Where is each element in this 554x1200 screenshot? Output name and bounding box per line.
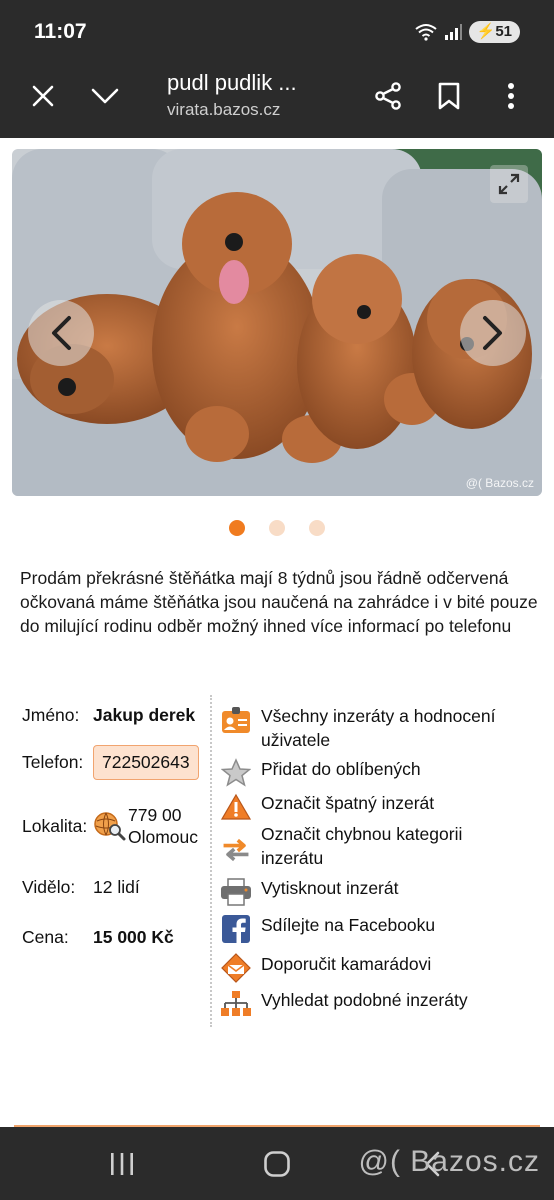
home-icon	[264, 1151, 290, 1177]
next-image-button[interactable]	[460, 300, 526, 366]
action-similar-listings-label: Vyhledat podobné inzeráty	[261, 990, 468, 1010]
views-label: Viděl​o:	[22, 877, 76, 897]
name-row: Jméno: Jakup derek	[22, 705, 222, 726]
action-report-category[interactable]: Označit chybnou kategorii inzerátu	[220, 822, 511, 870]
battery-indicator: ⚡51	[468, 21, 520, 43]
views-row: Viděl​o: 12 lidí	[22, 877, 222, 898]
photo-gallery[interactable]: @( Bazos.cz	[12, 149, 542, 496]
location-label: Lokalita:	[22, 815, 88, 836]
action-report-listing[interactable]: Označit špatný inzerát	[220, 791, 434, 823]
action-all-listings[interactable]: Všechny inzeráty a hodnocení uživatele	[220, 704, 511, 752]
action-share-facebook-label: Sdílejte na Facebooku	[261, 915, 436, 935]
action-similar-listings[interactable]: Vyhledat podobné inzeráty	[220, 988, 468, 1020]
url-host[interactable]: virata.bazos.cz	[167, 100, 280, 120]
collapse-button[interactable]	[83, 74, 127, 118]
carousel-dot-2[interactable]	[269, 520, 285, 536]
swap-arrows-icon	[220, 834, 252, 866]
location-zip: 779 00	[128, 805, 182, 825]
footer-watermark: @( Bazos.cz	[358, 1145, 540, 1178]
system-icons: ⚡51	[415, 21, 520, 43]
battery-level: 51	[495, 23, 512, 40]
status-time: 11:07	[34, 20, 87, 43]
action-all-listings-label: Všechny inzeráty a hodnocení uživatele	[261, 706, 496, 750]
chevron-down-icon	[91, 88, 119, 104]
name-value: Jakup derek	[93, 705, 196, 725]
action-recommend-friend[interactable]: Doporučit kamarádovi	[220, 952, 431, 984]
fullscreen-button[interactable]	[490, 165, 528, 203]
page-title[interactable]: pudl pudlik ...	[167, 70, 297, 96]
envelope-icon	[220, 952, 252, 984]
action-add-favorite-label: Přidat do oblíbených	[261, 759, 421, 779]
bookmark-button[interactable]	[427, 74, 471, 118]
bookmark-icon	[438, 82, 460, 110]
price-label: Cena:	[22, 927, 69, 947]
previous-image-button[interactable]	[28, 300, 94, 366]
wifi-icon	[415, 24, 437, 41]
phone-label: Telefon:	[22, 752, 84, 772]
phone-number[interactable]: 722502643	[93, 745, 199, 780]
more-vertical-icon	[508, 83, 514, 109]
chevron-left-icon	[52, 316, 71, 350]
facebook-icon	[220, 913, 252, 945]
recent-apps-button[interactable]	[102, 1149, 142, 1179]
status-bar: 11:07 ⚡51	[0, 0, 554, 62]
close-tab-button[interactable]	[21, 74, 65, 118]
expand-icon	[498, 173, 520, 195]
top-bar: 11:07 ⚡51 pudl pudlik ... virata.bazos.c…	[0, 0, 554, 138]
location-city: Olomouc	[128, 827, 199, 847]
action-share-facebook[interactable]: Sdílejte na Facebooku	[220, 913, 435, 945]
map-search-icon[interactable]	[93, 811, 127, 841]
recent-apps-icon	[111, 1153, 133, 1175]
chevron-right-icon	[483, 316, 502, 350]
carousel-dot-3[interactable]	[309, 520, 325, 536]
location-value: 779 00 Olomouc	[128, 804, 198, 848]
sitemap-icon	[220, 988, 252, 1020]
share-icon	[375, 82, 401, 110]
share-button[interactable]	[366, 74, 410, 118]
home-button[interactable]	[257, 1149, 297, 1179]
carousel-dot-1[interactable]	[229, 520, 245, 536]
phone-row: Telefon: 722502643	[22, 745, 222, 780]
more-options-button[interactable]	[489, 74, 533, 118]
star-icon	[220, 757, 252, 789]
action-print-label: Vytisknout inzerát	[261, 878, 399, 898]
column-divider	[210, 695, 212, 1027]
price-row: Cena: 15 000 Kč	[22, 927, 222, 948]
action-report-listing-label: Označit špatný inzerát	[261, 793, 435, 813]
signal-icon	[444, 24, 462, 40]
action-recommend-friend-label: Doporučit kamarádovi	[261, 954, 432, 974]
close-icon	[32, 85, 54, 107]
location-row: Lokalita: 779 00 Olomouc	[22, 804, 222, 848]
browser-app-bar: pudl pudlik ... virata.bazos.cz	[0, 62, 554, 138]
warning-icon	[220, 791, 252, 823]
name-label: Jméno:	[22, 705, 80, 725]
action-add-favorite[interactable]: Přidat do oblíbených	[220, 757, 421, 789]
action-report-category-label: Označit chybnou kategorii inzerátu	[261, 824, 463, 868]
views-value: 12 lidí	[93, 877, 140, 897]
price-value: 15 000 Kč	[93, 927, 174, 947]
system-nav-bar: @( Bazos.cz	[0, 1127, 554, 1200]
printer-icon	[220, 876, 252, 908]
carousel-indicators	[0, 520, 554, 536]
listing-description: Prodám překrásné štěňátka mají 8 týdnů j…	[20, 568, 538, 636]
action-print[interactable]: Vytisknout inzerát	[220, 876, 398, 908]
image-watermark: @( Bazos.cz	[465, 476, 534, 490]
user-card-icon	[220, 704, 252, 736]
